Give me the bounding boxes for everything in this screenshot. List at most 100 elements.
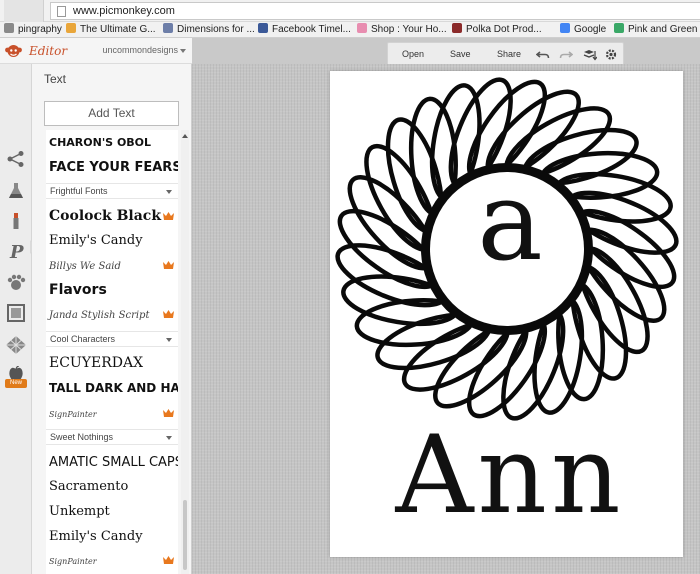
bookmark-label: Polka Dot Prod... [466,24,542,35]
chevron-down-icon[interactable] [180,49,186,53]
tool-rail: P New [0,64,32,574]
user-menu[interactable]: uncommondesigns [102,45,178,55]
share-button[interactable]: Share [497,49,521,59]
bookmark-label: Google [574,24,607,35]
bookmark-favicon-icon [66,23,76,33]
font-name: Charon's Obol [49,136,152,149]
frames-icon[interactable] [6,304,26,322]
bookmark-favicon-icon [560,23,570,33]
font-name: Janda Stylish Script [49,310,150,322]
font-item[interactable]: SignPainter [46,548,178,573]
bookmark-favicon-icon [4,23,14,33]
font-item[interactable]: Billys We Said [46,253,178,278]
effects-icon[interactable] [6,182,26,200]
font-category-select[interactable]: Frightful Fonts [46,183,178,200]
font-name: Face Your Fears [49,159,178,175]
font-name: Emily's Candy [49,528,143,544]
font-item[interactable]: SignPainter [46,401,178,426]
bookmark-label: Pink and Green ... [628,24,700,35]
royale-crown-icon [163,310,174,319]
bookmark-item[interactable]: The Ultimate G... [66,23,156,37]
bookmark-label: Dimensions for ... [177,24,255,35]
font-item[interactable]: Unkempt [46,499,178,524]
royale-crown-icon [163,408,174,417]
font-name: Flavors [49,281,107,298]
font-name: SignPainter [49,557,97,567]
scroll-thumb[interactable] [183,500,187,570]
chevron-down-icon [166,190,172,195]
font-item[interactable]: Flavors [46,278,178,303]
bookmark-item[interactable]: Dimensions for ... [163,23,255,37]
overlays-icon[interactable] [6,274,26,292]
back-button[interactable] [4,0,44,22]
royale-crown-icon [163,212,174,221]
font-list-scrollbar[interactable] [181,130,189,574]
royale-crown-icon [163,261,174,270]
royale-crown-icon [163,556,174,565]
bookmark-favicon-icon [452,23,462,33]
open-button[interactable]: Open [402,49,424,59]
font-name: Emily's Candy [49,233,143,249]
font-item[interactable]: EcuyerDAX [46,351,178,376]
font-item[interactable]: Face Your Fears [46,155,178,180]
font-name: Sacramento [49,479,129,495]
monogram-letter[interactable]: a [465,166,555,276]
address-field[interactable]: www.picmonkey.com [50,2,700,20]
save-button[interactable]: Save [450,49,471,59]
page-icon [57,6,66,17]
url-text: www.picmonkey.com [73,5,175,17]
svg-text:P: P [9,242,24,260]
bookmark-label: The Ultimate G... [80,24,156,35]
font-category-label: Cool Characters [50,333,116,344]
touch-up-icon[interactable] [6,212,26,230]
bookmark-label: Facebook Timel... [272,24,351,35]
bookmark-item[interactable]: Google [560,23,606,37]
font-name: Unkempt [49,504,110,519]
basic-edits-icon[interactable] [6,150,26,168]
editor-header: Editor uncommondesigns [0,38,192,64]
font-item[interactable]: Tall Dark and Handsome [46,376,178,401]
text-icon[interactable]: P [6,242,26,260]
top-toolbar: Open Save Share [387,42,624,66]
font-category-select[interactable]: Cool Characters [46,330,178,347]
font-category-label: Frightful Fonts [50,186,108,197]
bookmarks-bar: pingraphy The Ultimate G... Dimensions for… [0,22,700,38]
textures-icon[interactable] [6,336,26,354]
font-item[interactable]: Emily's Candy [46,524,178,549]
scroll-up-arrow-icon[interactable] [182,134,188,138]
bookmark-label: Shop : Your Ho... [371,24,447,35]
bookmark-favicon-icon [357,23,367,33]
layers-icon[interactable] [583,48,597,61]
font-name: Coolock Black [49,207,162,224]
font-item[interactable]: Janda Stylish Script [46,302,178,327]
chevron-down-icon [166,436,172,441]
font-category-select[interactable]: Sweet Nothings [46,429,178,446]
bookmark-item[interactable]: Pink and Green ... [614,23,700,37]
new-badge: New [5,379,27,388]
redo-icon[interactable] [559,48,573,61]
bookmark-favicon-icon [258,23,268,33]
panel-title: Text [44,72,67,86]
font-item[interactable]: Amatic Small Caps [46,450,178,475]
name-text[interactable]: Ann [380,416,640,536]
font-item[interactable]: Coolock Black [46,204,178,229]
chevron-down-icon [166,337,172,342]
bookmark-favicon-icon [614,23,624,33]
settings-icon[interactable] [604,48,618,61]
font-item[interactable]: Emily's Candy [46,228,178,253]
font-name: Billys We Said [49,261,121,272]
font-item[interactable]: Sacramento [46,474,178,499]
add-text-button[interactable]: Add Text [44,101,179,126]
font-name: Amatic Small Caps [49,454,178,470]
font-list: Charon's Obol Face Your Fears Frightful Fo… [46,130,178,574]
undo-icon[interactable] [536,48,550,61]
bookmark-item[interactable]: Shop : Your Ho... [357,23,447,37]
design-canvas[interactable]: a Ann [330,71,683,557]
bookmark-item[interactable]: Facebook Timel... [258,23,351,37]
bookmark-item[interactable]: pingraphy [4,23,62,37]
browser-url-bar: www.picmonkey.com [0,0,700,22]
font-item[interactable]: Charon's Obol [46,130,178,155]
bookmark-item[interactable]: Polka Dot Prod... [452,23,542,37]
picmonkey-logo-icon[interactable] [5,43,22,59]
app-name: Editor [29,44,68,58]
